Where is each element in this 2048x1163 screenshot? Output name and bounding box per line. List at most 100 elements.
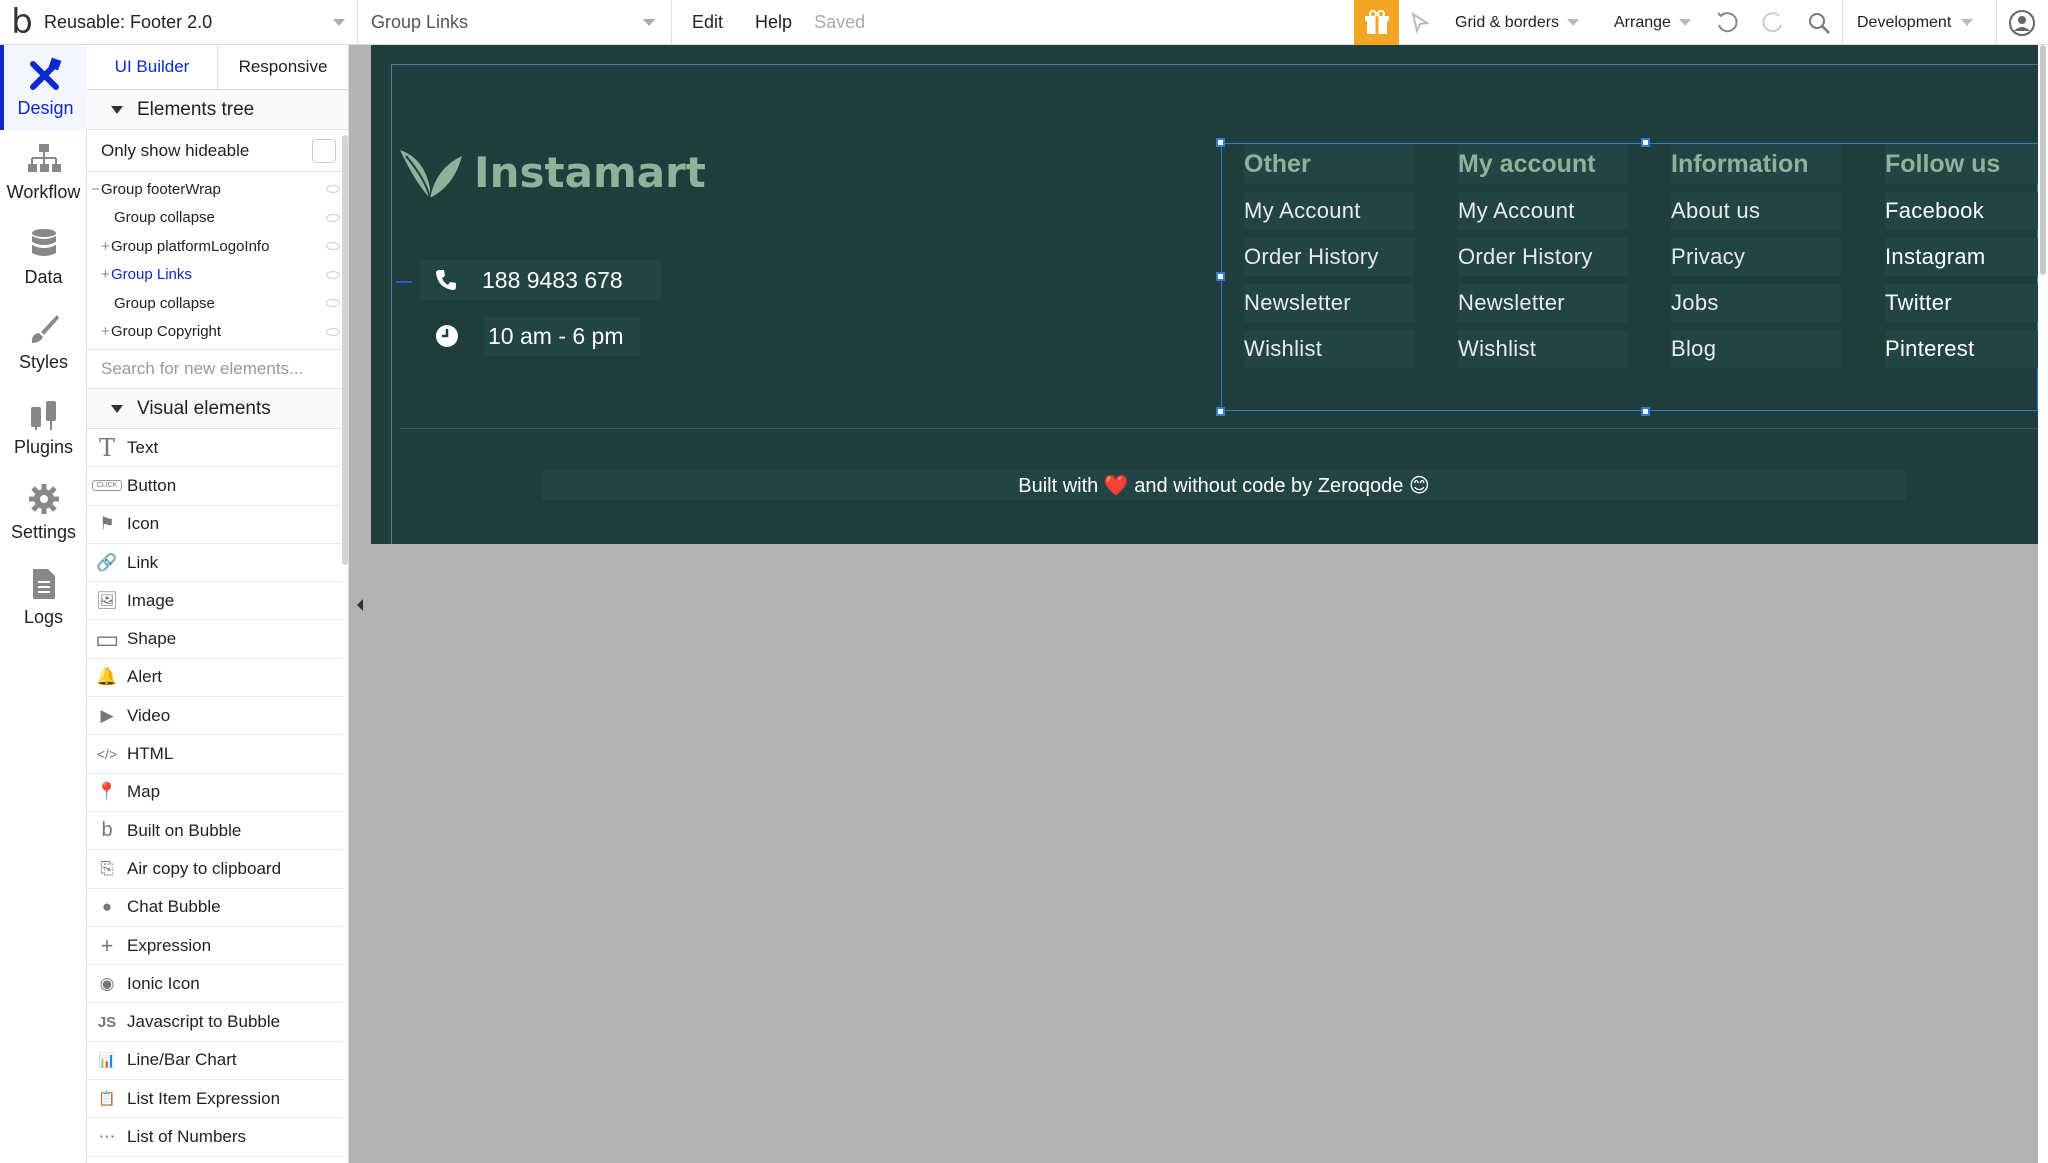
social-link-instagram[interactable]: Instagram bbox=[1885, 238, 2048, 276]
element-shape[interactable]: ▭ Shape bbox=[87, 620, 343, 659]
footer-link[interactable]: Privacy bbox=[1671, 238, 1841, 276]
element-video[interactable]: ▶ Video bbox=[87, 697, 343, 736]
user-avatar-icon bbox=[2009, 9, 2035, 36]
workflow-icon bbox=[27, 144, 61, 172]
element-map[interactable]: 📍 Map bbox=[87, 774, 343, 812]
tree-expand-toggle[interactable]: + bbox=[101, 238, 111, 255]
nav-data[interactable]: Data bbox=[0, 215, 87, 300]
phone-row[interactable]: 188 9483 678 bbox=[420, 260, 661, 300]
element-html[interactable]: </> HTML bbox=[87, 735, 343, 774]
eye-icon[interactable] bbox=[326, 327, 340, 336]
element-image[interactable]: 🖼 Image bbox=[87, 582, 343, 621]
nav-design[interactable]: Design bbox=[0, 45, 87, 130]
footer-link[interactable]: My Account bbox=[1458, 192, 1628, 230]
element-ionic-icon[interactable]: ◉ Ionic Icon bbox=[87, 965, 343, 1004]
nav-settings[interactable]: Settings bbox=[0, 470, 87, 555]
tree-item-links[interactable]: + Group Links bbox=[87, 261, 348, 290]
footer-link[interactable]: Newsletter bbox=[1458, 284, 1628, 322]
element-air-copy-clipboard[interactable]: ⎘ Air copy to clipboard bbox=[87, 850, 343, 889]
tree-item-platformlogoinfo[interactable]: + Group platformLogoInfo bbox=[87, 232, 348, 261]
page-selector[interactable]: Reusable: Footer 2.0 bbox=[44, 0, 358, 45]
select-tool-button[interactable] bbox=[1408, 0, 1432, 45]
tree-item-footerwrap[interactable]: − Group footerWrap bbox=[87, 175, 348, 204]
redo-button[interactable] bbox=[1760, 0, 1786, 45]
element-alert[interactable]: 🔔 Alert bbox=[87, 659, 343, 698]
footer-link[interactable]: My Account bbox=[1244, 192, 1414, 230]
gift-button[interactable] bbox=[1354, 0, 1399, 45]
clipboard-icon: ⎘ bbox=[100, 858, 114, 878]
grid-borders-menu[interactable]: Grid & borders bbox=[1455, 0, 1580, 45]
links-column-information: Information About us Privacy Jobs Blog bbox=[1671, 144, 1889, 368]
brand-logo[interactable]: Instamart bbox=[396, 144, 706, 200]
element-text[interactable]: T Text bbox=[87, 429, 343, 468]
environment-label: Development bbox=[1857, 13, 1952, 31]
arrange-menu[interactable]: Arrange bbox=[1614, 0, 1691, 45]
footer-link[interactable]: About us bbox=[1671, 192, 1841, 230]
footer-link[interactable]: Wishlist bbox=[1244, 330, 1414, 368]
footer-link[interactable]: Blog bbox=[1671, 330, 1841, 368]
element-javascript-to-bubble[interactable]: JS Javascript to Bubble bbox=[87, 1003, 343, 1042]
collapse-panel-button[interactable] bbox=[350, 590, 370, 620]
eye-icon[interactable] bbox=[326, 185, 340, 194]
social-link-pinterest[interactable]: Pinterest bbox=[1885, 330, 2048, 368]
elements-tree-header[interactable]: Elements tree bbox=[87, 90, 348, 130]
tree-item-copyright[interactable]: + Group Copyright bbox=[87, 318, 348, 347]
nav-workflow[interactable]: Workflow bbox=[0, 130, 87, 215]
element-list-item-expression[interactable]: 📋 List Item Expression bbox=[87, 1080, 343, 1119]
tab-ui-builder[interactable]: UI Builder bbox=[87, 45, 218, 89]
only-show-hideable-label: Only show hideable bbox=[101, 140, 250, 160]
eye-icon[interactable] bbox=[326, 299, 340, 308]
social-link-facebook[interactable]: Facebook bbox=[1885, 192, 2048, 230]
element-list-of-numbers[interactable]: ⋯ List of Numbers bbox=[87, 1118, 343, 1157]
element-icon[interactable]: ⚑ Icon bbox=[87, 506, 343, 544]
plus-icon: + bbox=[100, 932, 114, 958]
resize-handle[interactable] bbox=[1641, 407, 1650, 416]
element-built-on-bubble[interactable]: b Built on Bubble bbox=[87, 812, 343, 851]
footer-link[interactable]: Order History bbox=[1244, 238, 1414, 276]
account-button[interactable] bbox=[2008, 0, 2036, 45]
brand-name: Instamart bbox=[474, 147, 706, 197]
chat-bubble-icon: ● bbox=[101, 897, 113, 917]
element-button[interactable]: CLICK Button bbox=[87, 467, 343, 506]
visual-elements-header[interactable]: Visual elements bbox=[87, 389, 348, 429]
environment-selector[interactable]: Development bbox=[1842, 0, 1997, 45]
nav-plugins[interactable]: Plugins bbox=[0, 385, 87, 470]
element-selector[interactable]: Group Links bbox=[358, 0, 672, 45]
footer-link[interactable]: Newsletter bbox=[1244, 284, 1414, 322]
tree-expand-toggle[interactable]: + bbox=[101, 323, 111, 340]
nav-logs[interactable]: Logs bbox=[0, 555, 87, 640]
bubble-logo-icon[interactable]: b bbox=[0, 0, 44, 45]
element-line-bar-chart[interactable]: 📊 Line/Bar Chart bbox=[87, 1042, 343, 1081]
panel-scrollbar[interactable] bbox=[342, 135, 348, 565]
help-menu[interactable]: Help bbox=[739, 12, 808, 33]
footer-link[interactable]: Jobs bbox=[1671, 284, 1841, 322]
tree-item-collapse[interactable]: Group collapse bbox=[87, 204, 348, 233]
footer-link[interactable]: Wishlist bbox=[1458, 330, 1628, 368]
tree-item-label: Group Links bbox=[111, 266, 192, 284]
footer-link[interactable]: Order History bbox=[1458, 238, 1628, 276]
element-link[interactable]: 🔗 Link bbox=[87, 544, 343, 583]
eye-icon[interactable] bbox=[326, 242, 340, 251]
element-expression[interactable]: + Expression bbox=[87, 927, 343, 966]
group-links[interactable]: Other My Account Order History Newslette… bbox=[1216, 138, 2048, 416]
resize-handle[interactable] bbox=[1216, 138, 1225, 147]
eye-icon[interactable] bbox=[326, 213, 340, 222]
eye-icon[interactable] bbox=[326, 270, 340, 279]
edit-menu[interactable]: Edit bbox=[672, 12, 739, 33]
resize-handle[interactable] bbox=[1216, 407, 1225, 416]
tree-expand-toggle[interactable]: + bbox=[101, 266, 111, 283]
triangle-down-icon bbox=[111, 105, 123, 114]
opening-hours: 10 am - 6 pm bbox=[484, 316, 640, 356]
tree-item-collapse[interactable]: Group collapse bbox=[87, 289, 348, 318]
only-show-hideable-checkbox[interactable] bbox=[312, 138, 336, 163]
element-chat-bubble[interactable]: ● Chat Bubble bbox=[87, 889, 343, 927]
search-button[interactable] bbox=[1806, 0, 1832, 45]
element-search-input[interactable]: Search for new elements... bbox=[87, 349, 348, 389]
resize-handle[interactable] bbox=[1216, 272, 1225, 281]
copyright-text[interactable]: Built with ❤️ and without code by Zeroqo… bbox=[542, 470, 1906, 500]
nav-styles[interactable]: Styles bbox=[0, 300, 87, 385]
tab-responsive[interactable]: Responsive bbox=[218, 45, 348, 89]
canvas-scrollbar-thumb[interactable] bbox=[2040, 45, 2046, 275]
undo-button[interactable] bbox=[1714, 0, 1740, 45]
social-link-twitter[interactable]: Twitter bbox=[1885, 284, 2048, 322]
